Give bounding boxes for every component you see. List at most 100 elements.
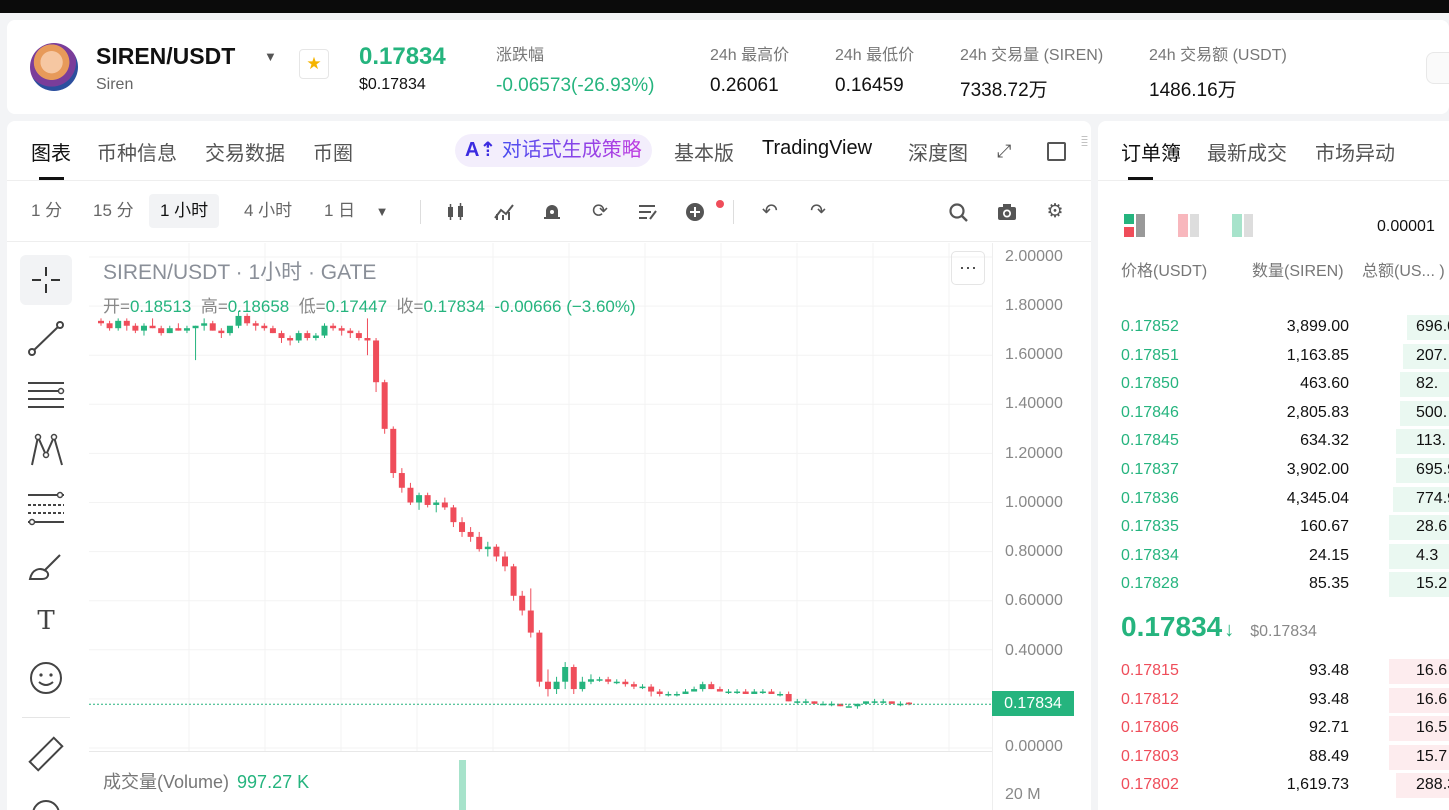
orderbook-row[interactable]: 0.17836 4,345.04 774.9 [1098, 485, 1449, 513]
tab-tradingview[interactable]: TradingView [762, 137, 872, 160]
redo-icon[interactable]: ↷ [807, 202, 829, 222]
add-indicator-icon[interactable] [685, 202, 707, 222]
orderbook-row[interactable]: 0.17846 2,805.83 500. [1098, 399, 1449, 427]
emoji-icon[interactable] [20, 653, 72, 703]
candle-type-icon[interactable] [445, 202, 467, 222]
timeframe-1d[interactable]: 1 日 [313, 194, 366, 228]
expand-icon[interactable]: ⤢ [997, 141, 1017, 161]
ruler-icon[interactable] [20, 730, 72, 780]
price-axis[interactable]: 2.00000 1.80000 1.60000 1.40000 1.20000 … [992, 243, 1091, 810]
price-chart[interactable]: SIREN/USDT · 1小时 · GATE 开=0.18513 高=0.18… [89, 243, 1091, 810]
orderbook-both-icon[interactable] [1124, 214, 1150, 238]
brush-icon[interactable] [20, 541, 72, 591]
orderbook-bids-icon[interactable] [1232, 214, 1258, 238]
template-icon[interactable] [637, 202, 659, 222]
last-price-tag: 0.17834 [992, 691, 1074, 716]
y-tick: 1.40000 [1005, 395, 1063, 412]
stat-low-label: 24h 最低价 [835, 47, 915, 64]
orderbook-row[interactable]: 0.17834 24.15 4.3 [1098, 542, 1449, 570]
window-top-strip [0, 0, 1449, 13]
candle-body [192, 325, 199, 329]
text-icon[interactable]: T [20, 596, 72, 646]
timeframe-1m[interactable]: 1 分 [20, 194, 73, 228]
timeframe-15m[interactable]: 15 分 [82, 194, 145, 228]
tab-latest-trades[interactable]: 最新成交 [1207, 137, 1287, 166]
tab-basic[interactable]: 基本版 [674, 137, 734, 166]
zoom-icon[interactable] [20, 784, 72, 810]
trendline-icon[interactable] [20, 314, 72, 364]
tab-coin-info[interactable]: 币种信息 [97, 137, 177, 166]
tab-community[interactable]: 币圈 [313, 137, 353, 166]
replay-icon[interactable]: ⟳ [589, 202, 611, 222]
camera-icon[interactable] [996, 202, 1018, 222]
orderbook-row[interactable]: 0.17815 93.48 16.6 [1098, 657, 1449, 685]
candle-body [742, 691, 749, 694]
timeframe-1h[interactable]: 1 小时 [149, 194, 220, 228]
orderbook-qty: 24.15 [1308, 546, 1349, 564]
search-icon[interactable] [948, 202, 970, 222]
orderbook-last-price: 0.17834 ↓ $0.17834 [1121, 611, 1317, 643]
candlestick-plot[interactable] [89, 243, 992, 810]
candle-body [734, 691, 741, 694]
orderbook-qty: 85.35 [1308, 575, 1349, 593]
caret-down-icon[interactable]: ▼ [264, 49, 277, 64]
ai-strategy-label: 对话式生成策略 [501, 139, 642, 161]
orderbook-asks-icon[interactable] [1178, 214, 1204, 238]
y-tick: 0.80000 [1005, 543, 1063, 560]
orderbook-row[interactable]: 0.17802 1,619.73 288.3 [1098, 771, 1449, 799]
fib-icon[interactable] [20, 483, 72, 533]
candle-body [158, 328, 165, 334]
orderbook-row[interactable]: 0.17828 85.35 15.2 [1098, 570, 1449, 598]
orderbook-qty: 3,899.00 [1286, 318, 1349, 335]
orderbook-row[interactable]: 0.17845 634.32 113. [1098, 427, 1449, 455]
candle-body [768, 691, 775, 694]
tab-chart[interactable]: 图表 [31, 137, 71, 166]
gear-icon[interactable]: ⚙ [1044, 202, 1066, 222]
star-icon[interactable]: ★ [299, 49, 329, 79]
tab-orderbook[interactable]: 订单簿 [1121, 137, 1181, 166]
candle-body [261, 325, 268, 329]
candle-body [656, 691, 663, 694]
horizontal-lines-icon[interactable] [20, 370, 72, 420]
chart-more-button[interactable]: ··· [951, 251, 985, 285]
candle-body [175, 328, 182, 331]
timeframe-4h[interactable]: 4 小时 [233, 194, 303, 228]
ai-strategy-tab[interactable]: A⇡ 对话式生成策略 [455, 134, 652, 167]
indicator-icon[interactable] [493, 202, 515, 222]
precision-selector[interactable]: 0.00001 [1377, 218, 1435, 236]
orderbook-qty: 160.67 [1300, 518, 1349, 536]
candle-body [295, 333, 302, 341]
chevron-down-icon[interactable]: ▼ [371, 202, 393, 222]
candle-body [587, 679, 594, 682]
crosshair-icon[interactable] [20, 255, 72, 305]
candle-body [648, 686, 655, 692]
orderbook-price: 0.17812 [1121, 690, 1179, 708]
orderbook-row[interactable]: 0.17852 3,899.00 696.0 [1098, 313, 1449, 341]
chart-legend-title: SIREN/USDT · 1小时 · GATE [103, 261, 377, 284]
orderbook-total: 113. [1416, 432, 1446, 450]
orderbook-row[interactable]: 0.17835 160.67 28.6 [1098, 513, 1449, 541]
active-tab-indicator [39, 177, 64, 180]
pair-selector[interactable]: SIREN/USDT [96, 43, 235, 70]
drag-handle-icon[interactable]: = = [1081, 132, 1091, 150]
candle-body [484, 546, 491, 550]
window-icon[interactable] [1047, 142, 1066, 161]
tab-market-moves[interactable]: 市场异动 [1315, 137, 1395, 166]
candle-body [579, 681, 586, 690]
pattern-icon[interactable] [20, 425, 72, 475]
orderbook-row[interactable]: 0.17837 3,902.00 695.9 [1098, 456, 1449, 484]
tab-depth[interactable]: 深度图 [908, 137, 968, 166]
change-value: -0.00666 (−3.60%) [494, 297, 636, 316]
orderbook-row[interactable]: 0.17850 463.60 82. [1098, 370, 1449, 398]
orderbook-row[interactable]: 0.17812 93.48 16.6 [1098, 686, 1449, 714]
candle-body [278, 333, 285, 339]
candle-body [450, 507, 457, 523]
header-side-button[interactable] [1426, 52, 1449, 84]
tab-trade-data[interactable]: 交易数据 [205, 137, 285, 166]
alert-icon[interactable] [541, 202, 563, 222]
undo-icon[interactable]: ↶ [759, 202, 781, 222]
orderbook-row[interactable]: 0.17806 92.71 16.5 [1098, 714, 1449, 742]
orderbook-row[interactable]: 0.17851 1,163.85 207. [1098, 342, 1449, 370]
stat-low: 24h 最低价 0.16459 [835, 41, 914, 97]
orderbook-row[interactable]: 0.17803 88.49 15.7 [1098, 743, 1449, 771]
